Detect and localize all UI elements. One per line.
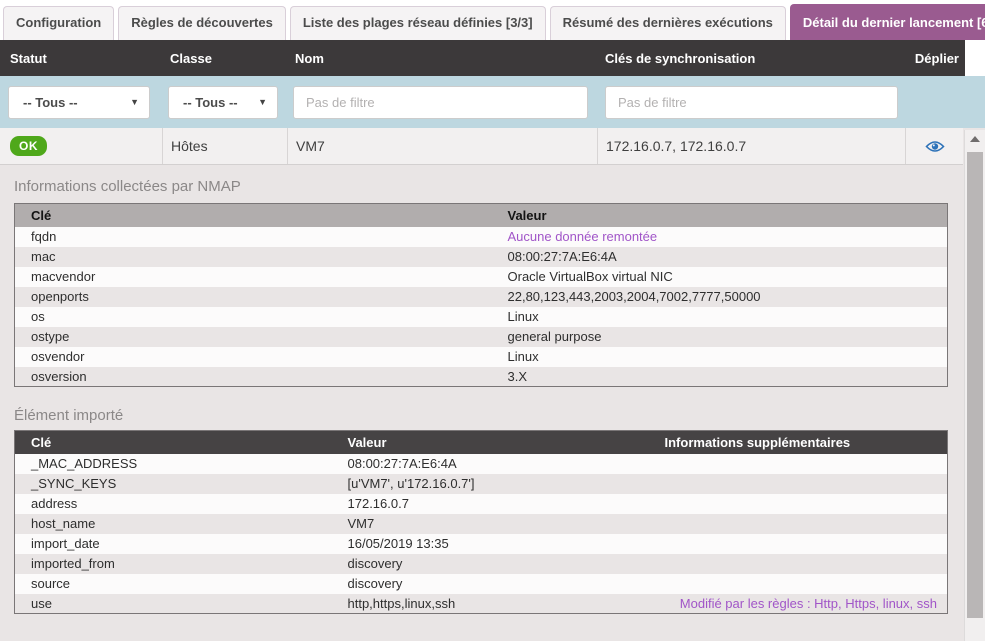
tab-configuration[interactable]: Configuration xyxy=(3,6,114,40)
table-row: host_name VM7 xyxy=(15,514,948,534)
table-row: imported_from discovery xyxy=(15,554,948,574)
nmap-col-key: Clé xyxy=(15,204,506,227)
column-header-statut: Statut xyxy=(0,51,162,66)
caret-down-icon: ▼ xyxy=(130,97,139,107)
imported-table-header: Clé Valeur Informations supplémentaires xyxy=(15,431,948,454)
class-filter-select[interactable]: -- Tous -- ▼ xyxy=(168,86,278,119)
scrollbar-thumb[interactable] xyxy=(967,152,983,618)
table-row: osversion 3.X xyxy=(15,367,948,387)
tab-bar: Configuration Règles de découvertes List… xyxy=(0,0,985,40)
tab-regles-decouvertes[interactable]: Règles de découvertes xyxy=(118,6,286,40)
table-row: use http,https,linux,ssh Modifié par les… xyxy=(15,594,948,614)
sync-keys-filter-input[interactable] xyxy=(605,86,898,119)
caret-down-icon: ▼ xyxy=(258,97,267,107)
table-row: ostype general purpose xyxy=(15,327,948,347)
nmap-section-title: Informations collectées par NMAP xyxy=(14,165,963,203)
table-row: import_date 16/05/2019 13:35 xyxy=(15,534,948,554)
results-scroll-area: OK Hôtes VM7 172.16.0.7, 172.16.0.7 Info… xyxy=(0,128,985,641)
table-row: os Linux xyxy=(15,307,948,327)
scroll-up-icon xyxy=(970,136,980,142)
result-sync-keys-cell: 172.16.0.7, 172.16.0.7 xyxy=(597,128,905,164)
status-filter-value: -- Tous -- xyxy=(23,95,78,110)
result-class-cell: Hôtes xyxy=(162,128,287,164)
nmap-table: Clé Valeur fqdn Aucune donnée remontée m… xyxy=(14,203,948,387)
imported-col-value: Valeur xyxy=(346,431,651,454)
table-row: _SYNC_KEYS [u'VM7', u'172.16.0.7'] xyxy=(15,474,948,494)
column-header-classe: Classe xyxy=(162,51,287,66)
tab-detail-dernier-lancement[interactable]: Détail du dernier lancement [6] xyxy=(790,4,985,40)
nmap-table-header: Clé Valeur xyxy=(15,204,948,227)
nmap-col-value: Valeur xyxy=(506,204,948,227)
imported-col-info: Informations supplémentaires xyxy=(651,431,948,454)
result-row-vm7: OK Hôtes VM7 172.16.0.7, 172.16.0.7 xyxy=(0,128,963,165)
table-row: osvendor Linux xyxy=(15,347,948,367)
expand-row-button[interactable] xyxy=(905,128,963,164)
status-badge: OK xyxy=(10,136,47,156)
results-header-strip: Statut Classe Nom Clés de synchronisatio… xyxy=(0,40,985,76)
table-row: mac 08:00:27:7A:E6:4A xyxy=(15,247,948,267)
table-row: fqdn Aucune donnée remontée xyxy=(15,227,948,247)
scrollbar[interactable] xyxy=(964,130,985,641)
filter-row: -- Tous -- ▼ -- Tous -- ▼ xyxy=(0,76,985,128)
column-header-deplier: Déplier xyxy=(905,51,965,66)
results-header: Statut Classe Nom Clés de synchronisatio… xyxy=(0,40,965,76)
imported-section-title: Élément importé xyxy=(14,387,963,430)
column-header-nom: Nom xyxy=(287,51,597,66)
imported-table: Clé Valeur Informations supplémentaires … xyxy=(14,430,948,614)
detail-panel: Informations collectées par NMAP Clé Val… xyxy=(0,165,963,614)
table-row: source discovery xyxy=(15,574,948,594)
result-status-cell: OK xyxy=(0,128,162,164)
result-name-cell: VM7 xyxy=(287,128,597,164)
scroll-up-button[interactable] xyxy=(965,130,985,148)
tab-liste-plages-reseau[interactable]: Liste des plages réseau définies [3/3] xyxy=(290,6,546,40)
column-header-cles-sync: Clés de synchronisation xyxy=(597,51,905,66)
table-row: openports 22,80,123,443,2003,2004,7002,7… xyxy=(15,287,948,307)
tab-resume-executions[interactable]: Résumé des dernières exécutions xyxy=(550,6,786,40)
imported-col-key: Clé xyxy=(15,431,346,454)
table-row: _MAC_ADDRESS 08:00:27:7A:E6:4A xyxy=(15,454,948,474)
name-filter-input[interactable] xyxy=(293,86,588,119)
eye-icon xyxy=(925,140,945,153)
class-filter-value: -- Tous -- xyxy=(183,95,238,110)
status-filter-select[interactable]: -- Tous -- ▼ xyxy=(8,86,150,119)
table-row: macvendor Oracle VirtualBox virtual NIC xyxy=(15,267,948,287)
table-row: address 172.16.0.7 xyxy=(15,494,948,514)
